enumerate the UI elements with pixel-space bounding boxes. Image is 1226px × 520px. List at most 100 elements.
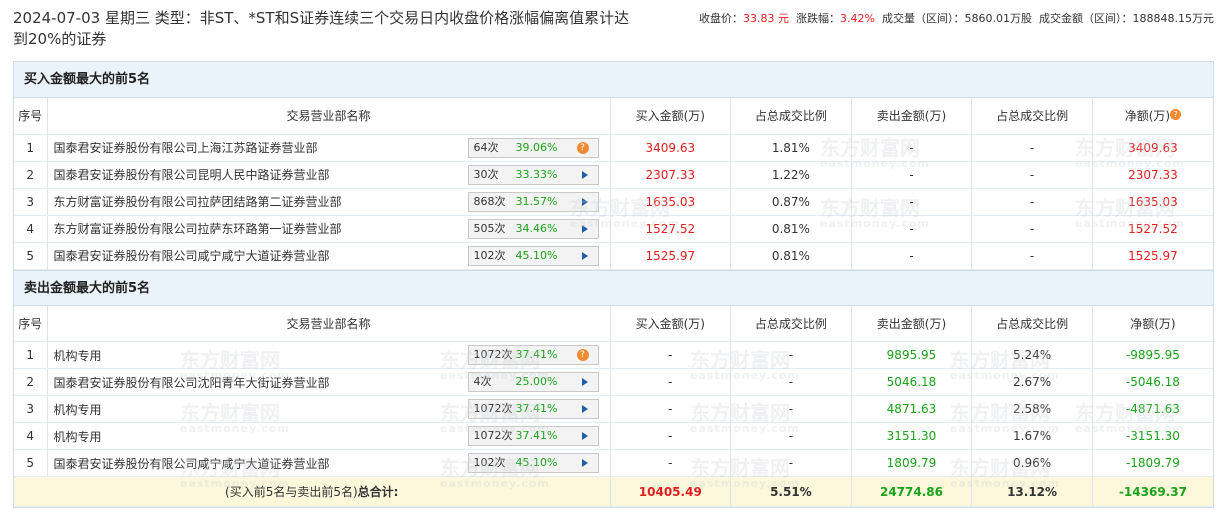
broker-name[interactable]: 国泰君安证券股份有限公司咸宁咸宁大道证券营业部 xyxy=(54,247,330,264)
arrow-right-icon[interactable] xyxy=(581,197,588,206)
broker-stat-button[interactable]: 868次 31.57% xyxy=(467,191,599,212)
col-buy: 买入金额(万) xyxy=(610,305,732,342)
broker-cell: 机构专用 1072次 37.41% xyxy=(47,422,611,450)
col-sell: 卖出金额(万) xyxy=(851,305,973,342)
broker-pct: 45.10% xyxy=(515,456,558,469)
sell-ratio: - xyxy=(971,134,1093,162)
row-no: 3 xyxy=(14,395,48,423)
col-sell: 卖出金额(万) xyxy=(851,98,973,135)
col-buy-ratio: 占总成交比例 xyxy=(730,305,852,342)
net-amount: 2307.33 xyxy=(1092,161,1213,189)
total-buy-ratio: 5.51% xyxy=(730,476,852,507)
arrow-right-icon[interactable] xyxy=(581,459,588,467)
broker-stat-button[interactable]: 4次 25.00% xyxy=(467,372,599,392)
total-label-prefix: (买入前5名与卖出前5名) xyxy=(225,485,358,499)
broker-name[interactable]: 机构专用 xyxy=(54,347,102,364)
sell-amount: - xyxy=(851,134,973,162)
broker-name[interactable]: 国泰君安证券股份有限公司昆明人民中路证券营业部 xyxy=(54,166,330,183)
broker-stat-button[interactable]: 64次 39.06%? xyxy=(467,137,599,158)
sell-table: 序号 交易营业部名称 买入金额(万) 占总成交比例 卖出金额(万) 占总成交比例… xyxy=(14,305,1213,507)
broker-name[interactable]: 机构专用 xyxy=(54,401,102,418)
broker-stat-button[interactable]: 102次 45.10% xyxy=(467,245,599,266)
col-net: 净额(万)? xyxy=(1092,98,1213,135)
buy-amount: 3409.63 xyxy=(610,134,732,162)
broker-count: 505次 xyxy=(473,221,506,235)
net-amount: -3151.30 xyxy=(1092,422,1213,450)
amount-value: 188848.15万元 xyxy=(1132,12,1215,25)
total-row: (买入前5名与卖出前5名)总合计: 10405.49 5.51% 24774.8… xyxy=(14,476,1213,507)
broker-count: 4次 xyxy=(473,375,492,388)
sell-amount: 9895.95 xyxy=(851,341,973,369)
broker-stat-button[interactable]: 505次 34.46% xyxy=(467,218,599,239)
table-row: 2 国泰君安证券股份有限公司沈阳青年大街证券营业部 4次 25.00% - -5046.1… xyxy=(14,368,1213,396)
sell-ratio: 0.96% xyxy=(971,449,1093,477)
buy-ratio: 1.81% xyxy=(730,134,852,162)
net-amount: -4871.63 xyxy=(1092,395,1213,423)
broker-count: 1072次 xyxy=(473,429,513,442)
change-value: 3.42% xyxy=(840,12,875,25)
broker-count: 30次 xyxy=(473,167,499,181)
arrow-right-icon[interactable] xyxy=(581,251,588,260)
sell-amount: 1809.79 xyxy=(851,449,973,477)
buy-amount: - xyxy=(610,422,732,450)
sell-amount: - xyxy=(851,161,973,189)
close-label: 收盘价： xyxy=(699,12,744,25)
broker-count: 64次 xyxy=(473,140,499,154)
buy-amount: 1635.03 xyxy=(610,188,732,216)
page-title: 2024-07-03 星期三 类型：非ST、*ST和S证券连续三个交易日内收盘价… xyxy=(13,9,630,48)
table-row: 4 东方财富证券股份有限公司拉萨东环路第一证券营业部 505次 34.46% 1527.… xyxy=(14,215,1213,243)
row-no: 5 xyxy=(14,242,48,270)
broker-stat-button[interactable]: 1072次 37.41% xyxy=(467,426,599,446)
arrow-right-icon[interactable] xyxy=(581,432,588,440)
buy-ratio: 0.81% xyxy=(730,215,852,243)
broker-stat-button[interactable]: 1072次 37.41% xyxy=(467,399,599,419)
broker-pct: 25.00% xyxy=(515,375,558,388)
broker-name[interactable]: 东方财富证券股份有限公司拉萨东环路第一证券营业部 xyxy=(54,220,342,237)
broker-pct: 34.46% xyxy=(515,221,558,235)
buy-ratio: - xyxy=(730,341,852,369)
sell-ratio: - xyxy=(971,215,1093,243)
table-row: 5 国泰君安证券股份有限公司咸宁咸宁大道证券营业部 102次 45.10% 1525.9… xyxy=(14,242,1213,270)
net-amount: -9895.95 xyxy=(1092,341,1213,369)
sell-amount: 3151.30 xyxy=(851,422,973,450)
arrow-right-icon[interactable] xyxy=(581,224,588,233)
buy-ratio: - xyxy=(730,395,852,423)
question-icon[interactable]: ? xyxy=(576,141,589,154)
sell-ratio: 2.67% xyxy=(971,368,1093,396)
buy-ratio: - xyxy=(730,422,852,450)
broker-name[interactable]: 国泰君安证券股份有限公司上海江苏路证券营业部 xyxy=(54,139,318,156)
broker-stat-button[interactable]: 30次 33.33% xyxy=(467,164,599,185)
broker-stat-button[interactable]: 102次 45.10% xyxy=(467,453,599,473)
sell-amount: 4871.63 xyxy=(851,395,973,423)
question-icon[interactable]: ? xyxy=(576,349,589,361)
buy-section-title: 买入金额最大的前5名 xyxy=(14,62,1213,98)
table-row: 3 机构专用 1072次 37.41% - -4871.63 2.58% -4871.63 xyxy=(14,395,1213,423)
broker-pct: 37.41% xyxy=(515,402,558,415)
table-row: 4 机构专用 1072次 37.41% - -3151.30 1.67% -3151.30 xyxy=(14,422,1213,450)
help-icon[interactable]: ? xyxy=(1170,109,1182,121)
total-sell: 24774.86 xyxy=(851,476,973,507)
broker-stat-button[interactable]: 1072次 37.41%? xyxy=(467,345,599,365)
broker-cell: 国泰君安证券股份有限公司昆明人民中路证券营业部 30次 33.33% xyxy=(47,161,611,189)
arrow-right-icon[interactable] xyxy=(581,170,588,179)
arrow-right-icon[interactable] xyxy=(581,405,588,413)
buy-ratio: - xyxy=(730,449,852,477)
broker-name[interactable]: 机构专用 xyxy=(54,428,102,445)
broker-name[interactable]: 国泰君安证券股份有限公司咸宁咸宁大道证券营业部 xyxy=(54,455,330,472)
sell-section-title: 卖出金额最大的前5名 xyxy=(14,269,1213,306)
sell-ratio: - xyxy=(971,188,1093,216)
broker-count: 1072次 xyxy=(473,402,513,415)
broker-pct: 39.06% xyxy=(515,140,558,154)
buy-ratio: 0.81% xyxy=(730,242,852,270)
sell-amount: 5046.18 xyxy=(851,368,973,396)
row-no: 1 xyxy=(14,134,48,162)
buy-amount: 1525.97 xyxy=(610,242,732,270)
broker-name[interactable]: 国泰君安证券股份有限公司沈阳青年大街证券营业部 xyxy=(54,374,330,391)
col-buy-ratio: 占总成交比例 xyxy=(730,98,852,135)
arrow-right-icon[interactable] xyxy=(581,378,588,386)
broker-name[interactable]: 东方财富证券股份有限公司拉萨团结路第二证券营业部 xyxy=(54,193,342,210)
sell-amount: - xyxy=(851,215,973,243)
close-value: 33.83 元 xyxy=(743,12,790,25)
col-no: 序号 xyxy=(14,305,48,342)
net-amount: -5046.18 xyxy=(1092,368,1213,396)
